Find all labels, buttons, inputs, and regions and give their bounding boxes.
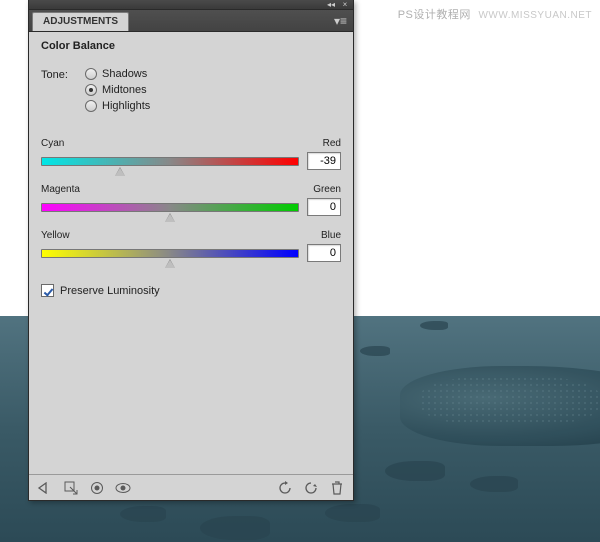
visibility-icon[interactable] bbox=[115, 480, 131, 496]
tab-adjustments[interactable]: ADJUSTMENTS bbox=[32, 12, 129, 31]
slider-track[interactable] bbox=[41, 249, 299, 258]
slider-yellow-blue: Yellow Blue bbox=[41, 230, 341, 262]
panel-titlebar[interactable]: ◂◂ × bbox=[29, 0, 353, 10]
watermark-cn: PS设计教程网 bbox=[398, 9, 471, 21]
clip-to-layer-icon[interactable] bbox=[89, 480, 105, 496]
radio-icon bbox=[85, 100, 97, 112]
checkbox-icon bbox=[41, 284, 54, 297]
tone-label: Tone: bbox=[41, 68, 85, 112]
previous-state-icon[interactable] bbox=[277, 480, 293, 496]
radio-label: Highlights bbox=[102, 100, 150, 112]
slider-track[interactable] bbox=[41, 203, 299, 212]
radio-midtones[interactable]: Midtones bbox=[85, 84, 150, 96]
back-icon[interactable] bbox=[37, 480, 53, 496]
collapse-icon[interactable]: ◂◂ bbox=[326, 1, 336, 8]
adjustments-panel: ◂◂ × ADJUSTMENTS ▾≡ Color Balance Tone: … bbox=[28, 0, 354, 501]
slider-cyan-red: Cyan Red bbox=[41, 138, 341, 170]
watermark-en: WWW.MISSYUAN.NET bbox=[478, 10, 592, 21]
radio-label: Midtones bbox=[102, 84, 147, 96]
close-icon[interactable]: × bbox=[340, 1, 350, 8]
radio-shadows[interactable]: Shadows bbox=[85, 68, 150, 80]
expand-view-icon[interactable] bbox=[63, 480, 79, 496]
radio-label: Shadows bbox=[102, 68, 147, 80]
radio-highlights[interactable]: Highlights bbox=[85, 100, 150, 112]
slider-value-input[interactable] bbox=[307, 152, 341, 170]
panel-menu-icon[interactable]: ▾≡ bbox=[334, 14, 347, 28]
slider-right-label: Red bbox=[323, 138, 341, 149]
slider-left-label: Magenta bbox=[41, 184, 80, 195]
slider-left-label: Cyan bbox=[41, 138, 64, 149]
radio-icon bbox=[85, 84, 97, 96]
trash-icon[interactable] bbox=[329, 480, 345, 496]
slider-track[interactable] bbox=[41, 157, 299, 166]
reset-icon[interactable] bbox=[303, 480, 319, 496]
slider-thumb[interactable] bbox=[115, 167, 125, 176]
slider-right-label: Blue bbox=[321, 230, 341, 241]
checkbox-label: Preserve Luminosity bbox=[60, 285, 160, 297]
slider-thumb[interactable] bbox=[165, 213, 175, 222]
slider-value-input[interactable] bbox=[307, 244, 341, 262]
slider-left-label: Yellow bbox=[41, 230, 70, 241]
slider-magenta-green: Magenta Green bbox=[41, 184, 341, 216]
adjustment-title: Color Balance bbox=[41, 40, 341, 52]
slider-thumb[interactable] bbox=[165, 259, 175, 268]
radio-icon bbox=[85, 68, 97, 80]
slider-right-label: Green bbox=[313, 184, 341, 195]
slider-value-input[interactable] bbox=[307, 198, 341, 216]
preserve-luminosity-checkbox[interactable]: Preserve Luminosity bbox=[41, 284, 341, 297]
